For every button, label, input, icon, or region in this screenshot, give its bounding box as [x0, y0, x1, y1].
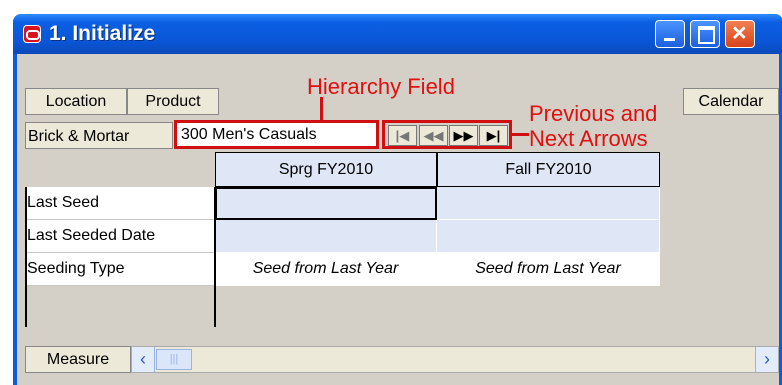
title-bar[interactable]: 1. Initialize ×	[13, 14, 782, 54]
grid-cell[interactable]: Seed from Last Year	[215, 253, 437, 286]
client-area: Location Product Calendar Hierarchy Fiel…	[17, 54, 779, 385]
scroll-right-icon[interactable]: ›	[755, 347, 778, 372]
empty-row-area	[25, 286, 215, 327]
measure-button[interactable]: Measure	[25, 346, 131, 373]
hierarchy-pointer-line	[320, 97, 323, 120]
location-button[interactable]: Location	[25, 88, 127, 115]
hierarchy-field[interactable]: 300 Men's Casuals	[174, 120, 379, 149]
product-button[interactable]: Product	[127, 88, 219, 115]
prev-next-annotation-line2: Next Arrows	[529, 126, 648, 151]
grid-cell[interactable]	[437, 220, 660, 253]
minimize-button[interactable]	[655, 20, 685, 48]
previous-icon[interactable]: ◀◀	[419, 125, 448, 146]
scroll-thumb[interactable]: |||	[156, 349, 192, 370]
row-header[interactable]: Seeding Type	[25, 253, 215, 286]
last-page-icon[interactable]: ▶|	[479, 125, 508, 146]
grid-corner	[25, 152, 215, 187]
close-icon: ×	[732, 19, 747, 47]
scroll-left-icon[interactable]: ‹	[132, 347, 155, 372]
next-icon[interactable]: ▶▶	[449, 125, 478, 146]
calendar-button[interactable]: Calendar	[683, 88, 779, 115]
row-header[interactable]: Last Seed	[25, 187, 215, 220]
grid-left-border	[25, 187, 27, 327]
horizontal-scrollbar[interactable]: ‹ ||| ›	[131, 346, 779, 373]
column-header[interactable]: Fall FY2010	[437, 152, 660, 187]
arrows-pointer-line	[512, 133, 529, 136]
prev-next-annotation-line1: Previous and	[529, 101, 658, 126]
maximize-button[interactable]	[690, 20, 720, 48]
app-window: 1. Initialize × Location Product Calenda…	[13, 14, 782, 385]
column-header[interactable]: Sprg FY2010	[215, 152, 437, 187]
location-value[interactable]: Brick & Mortar	[25, 122, 173, 149]
grid-cell[interactable]	[437, 187, 660, 220]
grid-cell[interactable]: Seed from Last Year	[437, 253, 660, 286]
row-header[interactable]: Last Seeded Date	[25, 220, 215, 253]
previous-next-arrows: |◀ ◀◀ ▶▶ ▶|	[382, 120, 512, 149]
hierarchy-field-annotation: Hierarchy Field	[307, 74, 455, 99]
close-button[interactable]: ×	[725, 19, 755, 48]
grid-row-header-divider	[214, 187, 216, 327]
oracle-logo-icon	[23, 25, 41, 43]
first-page-icon[interactable]: |◀	[388, 125, 417, 146]
grid-cell[interactable]	[215, 220, 437, 253]
grid-cell[interactable]	[215, 187, 437, 220]
window-title: 1. Initialize	[49, 22, 156, 45]
